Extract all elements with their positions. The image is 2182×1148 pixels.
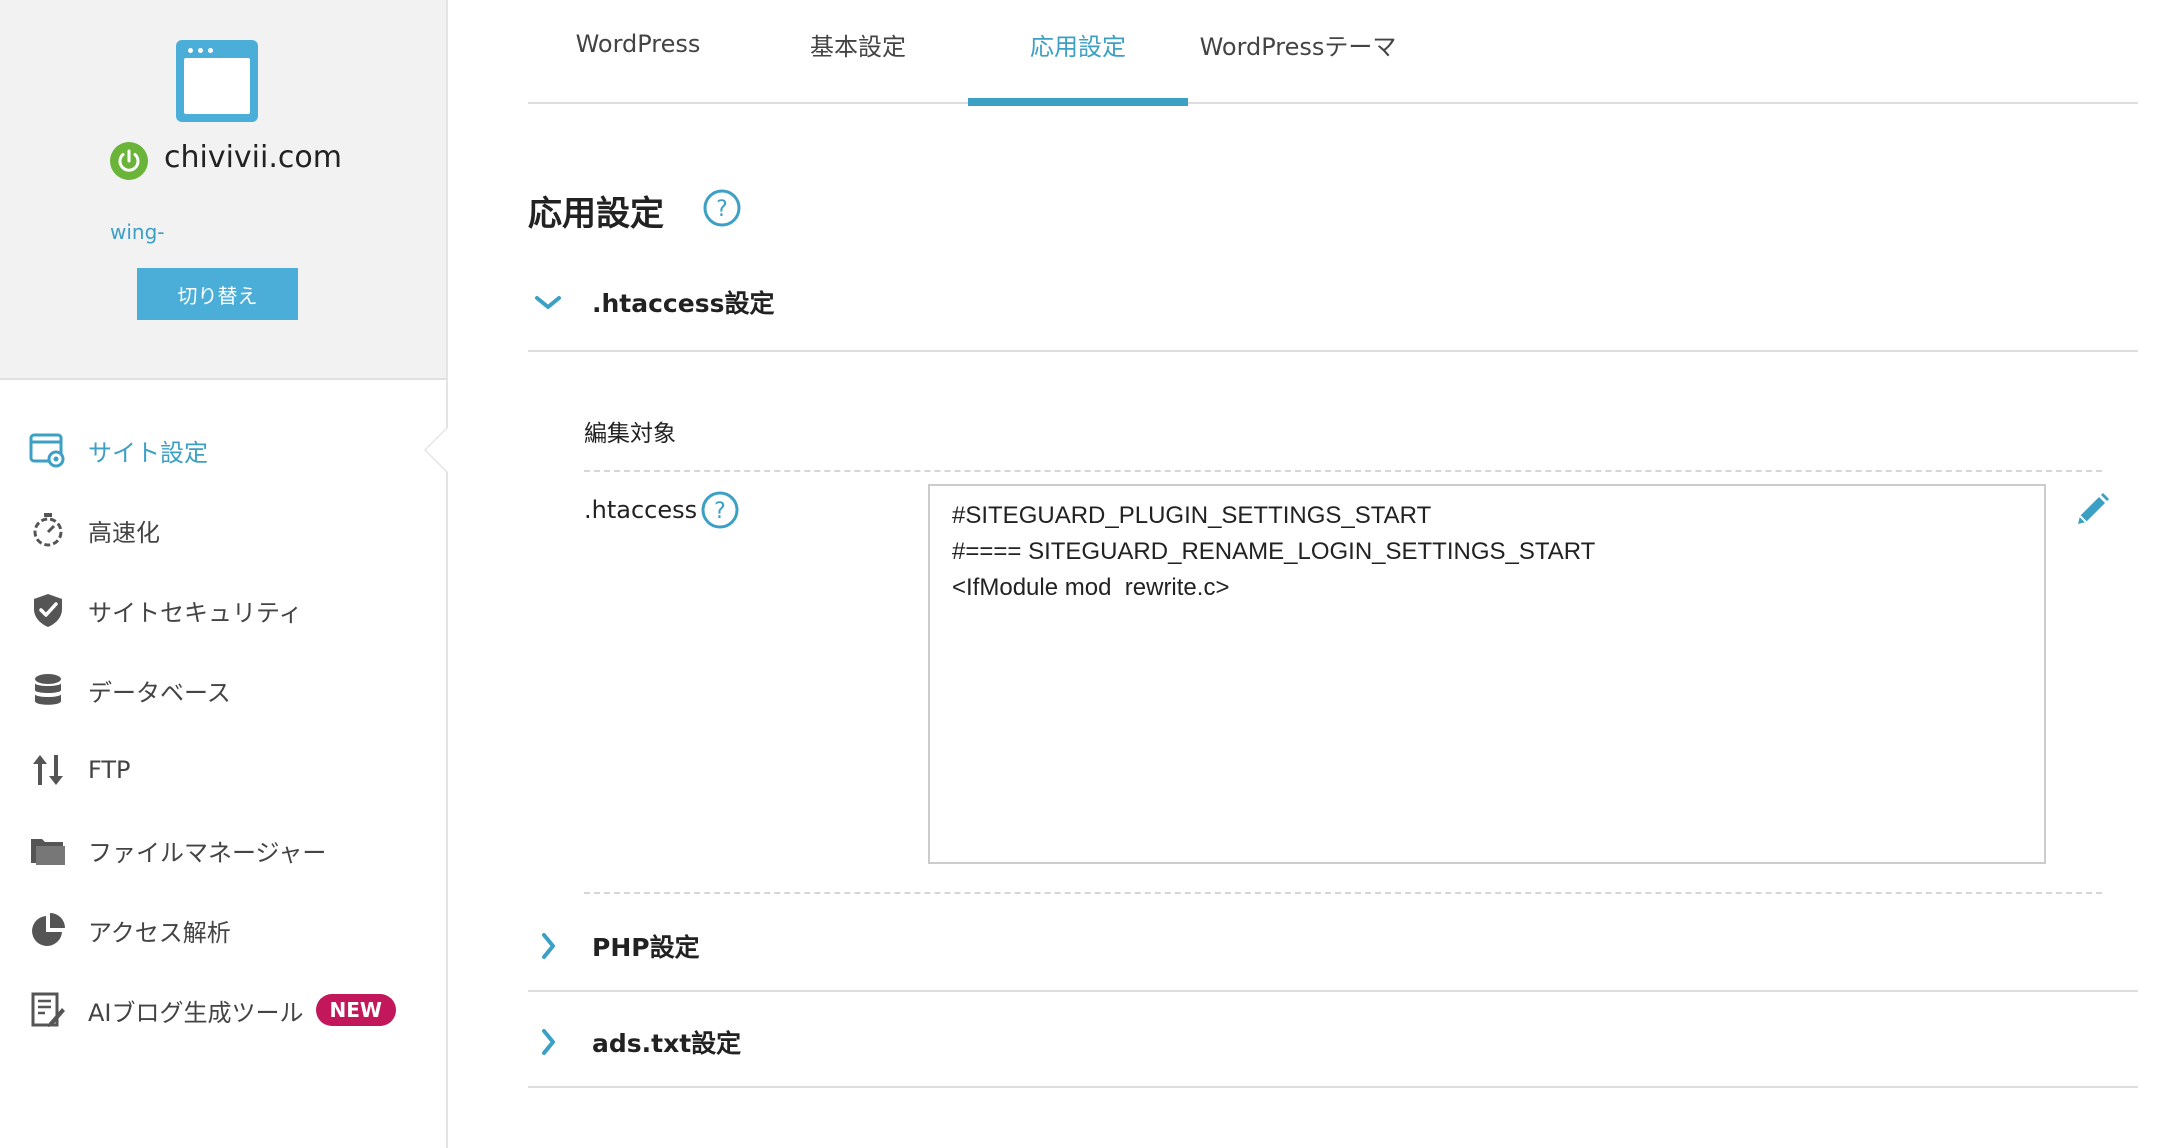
divider [584,892,2102,894]
edit-target-label: 編集対象 [584,421,676,447]
database-icon [28,670,68,710]
chevron-right-icon [528,992,568,1092]
section-title: PHP設定 [592,933,700,962]
browser-window-icon [176,40,258,122]
tab-bar: WordPress 基本設定 応用設定 WordPressテーマ [528,0,2138,106]
htaccess-content: #SITEGUARD_PLUGIN_SETTINGS_START #==== S… [952,502,1596,598]
sidebar-item-speedup[interactable]: 高速化 [0,490,446,570]
up-down-arrows-icon [28,750,68,790]
section-php-header[interactable]: PHP設定 [528,896,2138,992]
divider [584,470,2102,472]
stopwatch-icon [28,510,68,550]
htaccess-field-label: .htaccess [584,496,698,524]
document-pen-icon [28,990,68,1030]
sidebar-item-label: データベース [88,678,231,707]
sidebar-item-ai-blog-tool[interactable]: AIブログ生成ツール NEW [0,970,446,1050]
svg-text:?: ? [716,197,728,222]
tab-wordpress[interactable]: WordPress [528,0,748,104]
tab-basic-settings[interactable]: 基本設定 [748,0,968,104]
shield-check-icon [28,590,68,630]
section-ads-txt-header[interactable]: ads.txt設定 [528,992,2138,1088]
site-domain: chivivii.com [164,140,342,175]
section-title: .htaccess設定 [592,289,775,318]
tab-wordpress-theme[interactable]: WordPressテーマ [1188,0,1408,104]
sidebar-item-label: AIブログ生成ツール [88,998,304,1027]
help-icon[interactable]: ? [700,490,740,534]
new-badge: NEW [315,994,396,1026]
svg-text:?: ? [714,499,726,524]
site-settings-icon [28,430,68,470]
sidebar-item-file-manager[interactable]: ファイルマネージャー [0,810,446,890]
site-header: chivivii.com wing- 切り替え [0,0,446,380]
switch-button[interactable]: 切り替え [137,268,298,320]
section-title: ads.txt設定 [592,1029,742,1058]
folder-icon [28,830,68,870]
pie-chart-icon [28,910,68,950]
page-title: 応用設定 [528,194,664,234]
sidebar-item-label: FTP [88,756,131,784]
sidebar-item-label: アクセス解析 [88,918,231,947]
section-htaccess-header[interactable]: .htaccess設定 [528,252,2138,352]
power-status-icon [110,142,148,180]
main-content: WordPress 基本設定 応用設定 WordPressテーマ 応用設定 ? … [448,0,2182,1148]
sidebar-item-label: サイト設定 [88,438,208,467]
sidebar: chivivii.com wing- 切り替え サイト設定 高速化 サイトセキュ… [0,0,448,1148]
sidebar-item-label: 高速化 [88,518,160,547]
help-icon[interactable]: ? [702,188,742,232]
pencil-icon[interactable] [2072,490,2112,534]
sidebar-item-label: ファイルマネージャー [88,838,327,867]
sidebar-item-site-settings[interactable]: サイト設定 [0,410,446,490]
account-id: wing- [110,220,165,244]
sidebar-item-site-security[interactable]: サイトセキュリティ [0,570,446,650]
sidebar-item-ftp[interactable]: FTP [0,730,446,810]
sidebar-item-access-analytics[interactable]: アクセス解析 [0,890,446,970]
sidebar-item-database[interactable]: データベース [0,650,446,730]
chevron-down-icon [528,252,568,352]
tab-advanced-settings[interactable]: 応用設定 [968,0,1188,106]
sidebar-nav: サイト設定 高速化 サイトセキュリティ データベース FTP ファイルマネージャ… [0,410,446,1050]
sidebar-item-label: サイトセキュリティ [88,598,303,627]
chevron-right-icon [528,896,568,996]
htaccess-editor[interactable]: #SITEGUARD_PLUGIN_SETTINGS_START #==== S… [928,484,2046,864]
